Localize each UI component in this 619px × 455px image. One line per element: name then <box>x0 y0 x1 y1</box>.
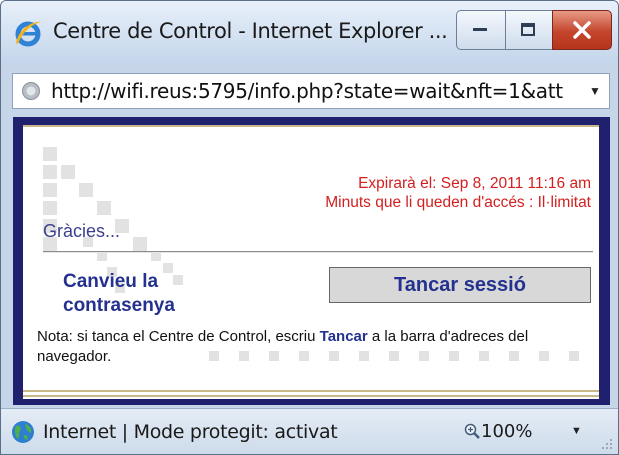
thanks-text: Gràcies... <box>43 221 121 241</box>
footer-band <box>23 390 599 392</box>
maximize-icon <box>521 23 535 36</box>
note-text: Nota: si tanca el Centre de Control, esc… <box>37 327 577 367</box>
browser-window: Centre de Control - Internet Explorer ..… <box>0 0 619 455</box>
session-info: Expirarà el: Sep 8, 2011 11:16 am Minuts… <box>325 174 591 212</box>
resize-grip-icon[interactable] <box>598 435 614 451</box>
note-keyword: Tancar <box>319 328 368 345</box>
address-url[interactable]: http://wifi.reus:5795/info.php?state=wai… <box>51 79 569 103</box>
minimize-icon <box>473 28 487 31</box>
chevron-down-icon[interactable]: ▼ <box>587 82 603 100</box>
maximize-button[interactable] <box>505 10 553 50</box>
page-icon <box>22 82 40 100</box>
expiry-date: Expirarà el: Sep 8, 2011 11:16 am <box>358 175 591 192</box>
window-title: Centre de Control - Internet Explorer ..… <box>53 19 448 43</box>
close-icon <box>573 21 591 39</box>
security-zone[interactable]: Internet | Mode protegit: activat <box>43 421 338 443</box>
footer-band-lower <box>23 395 599 397</box>
globe-icon <box>12 421 34 443</box>
divider <box>43 251 593 253</box>
control-panel: Expirarà el: Sep 8, 2011 11:16 am Minuts… <box>23 125 599 399</box>
internet-explorer-icon <box>15 21 41 47</box>
minimize-button[interactable] <box>456 10 506 50</box>
zoom-level[interactable]: 100% <box>481 421 532 442</box>
chevron-down-icon[interactable]: ▼ <box>571 425 585 439</box>
magnifier-icon[interactable] <box>464 423 480 439</box>
status-bar: Internet | Mode protegit: activat 100% ▼ <box>1 408 618 454</box>
close-button[interactable] <box>552 10 612 50</box>
remaining-minutes: Minuts que li queden d'accés : Il·limita… <box>325 194 591 211</box>
page-frame: Expirarà el: Sep 8, 2011 11:16 am Minuts… <box>13 117 610 405</box>
logout-button[interactable]: Tancar sessió <box>329 267 591 303</box>
change-password-link[interactable]: Canvieu la contrasenya <box>63 270 253 318</box>
address-bar[interactable]: http://wifi.reus:5795/info.php?state=wai… <box>12 73 610 109</box>
note-prefix: Nota: si tanca el Centre de Control, esc… <box>37 328 320 345</box>
title-bar: Centre de Control - Internet Explorer ..… <box>1 1 618 65</box>
